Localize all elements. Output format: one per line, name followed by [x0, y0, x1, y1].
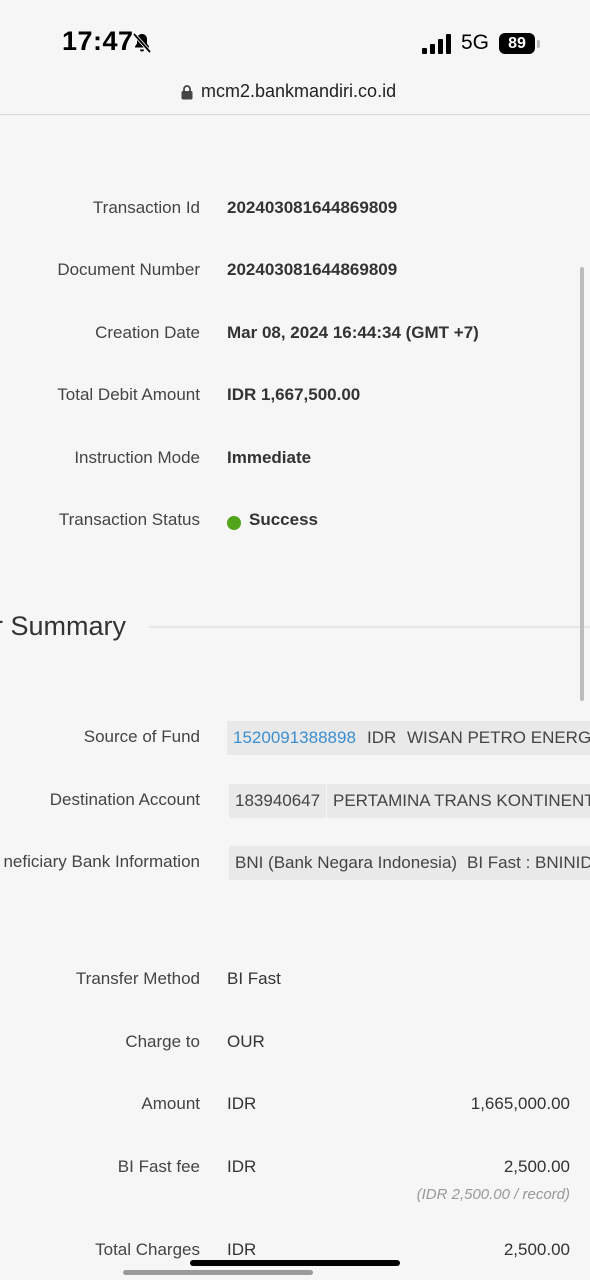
label-total-debit-amount: Total Debit Amount — [57, 385, 200, 404]
label-transaction-status: Transaction Status — [58, 510, 200, 529]
battery-tip — [537, 40, 540, 48]
value-charge-to: OUR — [227, 1032, 265, 1051]
battery-icon: 89 — [499, 33, 535, 54]
value-document-number: 202403081644869809 — [227, 260, 398, 279]
amount-value: 1,665,000.00 — [470, 1094, 570, 1113]
status-time: 17:47 — [62, 26, 134, 56]
source-account-link[interactable]: 1520091388898 — [227, 721, 362, 755]
status-bar: 17:47 5G 89 — [0, 0, 590, 80]
url-text[interactable]: mcm2.bankmandiri.co.id — [201, 81, 396, 102]
vertical-scrollbar[interactable] — [580, 267, 584, 701]
lock-icon — [181, 85, 193, 100]
value-transaction-status: Success — [249, 510, 318, 529]
label-amount: Amount — [141, 1094, 200, 1113]
url-bar[interactable]: mcm2.bankmandiri.co.id — [0, 74, 590, 115]
label-total-charges: Total Charges — [95, 1240, 200, 1259]
row-transfer-method: Transfer Method BI Fast — [0, 963, 590, 997]
label-charge-to: Charge to — [125, 1032, 200, 1051]
label-source-of-fund: Source of Fund — [83, 727, 200, 746]
beneficiary-code-chip: BI Fast : BNINIDJ — [461, 846, 590, 880]
signal-icon — [422, 34, 451, 54]
source-name-chip: WISAN PETRO ENERGI — [401, 721, 590, 755]
bi-fast-fee-value: 2,500.00 — [503, 1157, 570, 1176]
amount-currency: IDR — [227, 1094, 257, 1113]
label-beneficiary-bank: neficiary Bank Information — [3, 852, 200, 871]
row-source-of-fund: Source of Fund 1520091388898 IDR WISAN P… — [0, 721, 590, 755]
label-bi-fast-fee: BI Fast fee — [117, 1157, 200, 1176]
source-currency-chip: IDR — [361, 721, 403, 755]
total-charges-value: 2,500.00 — [503, 1240, 570, 1259]
label-transfer-method: Transfer Method — [75, 969, 200, 988]
screen: 17:47 5G 89 mcm2.bankmandiri.co.id Trans… — [0, 0, 590, 1280]
label-creation-date: Creation Date — [95, 323, 200, 342]
value-creation-date: Mar 08, 2024 16:44:34 (GMT +7) — [227, 323, 479, 342]
row-charge-to: Charge to OUR — [0, 1026, 590, 1060]
home-indicator[interactable] — [190, 1260, 400, 1266]
label-destination-account: Destination Account — [49, 790, 200, 809]
value-transaction-id: 202403081644869809 — [227, 198, 398, 217]
row-destination-account: Destination Account 183940647 PERTAMINA … — [0, 784, 590, 818]
value-instruction-mode: Immediate — [227, 448, 312, 467]
horizontal-scrollbar[interactable] — [123, 1270, 313, 1275]
row-transaction-id: Transaction Id 202403081644869809 — [0, 192, 590, 226]
destination-name-chip: PERTAMINA TRANS KONTINENTAL — [327, 784, 590, 818]
label-transaction-id: Transaction Id — [92, 198, 200, 217]
bell-muted-icon — [132, 32, 152, 54]
section-divider — [149, 626, 590, 628]
row-total-debit-amount: Total Debit Amount IDR 1,667,500.00 — [0, 379, 590, 413]
beneficiary-bank-chip: BNI (Bank Negara Indonesia) — [229, 846, 464, 880]
row-instruction-mode: Instruction Mode Immediate — [0, 442, 590, 476]
network-type: 5G — [461, 31, 490, 54]
row-beneficiary-bank: neficiary Bank Information BNI (Bank Neg… — [0, 846, 590, 880]
bi-fast-fee-currency: IDR — [227, 1157, 257, 1176]
row-bi-fast-fee: BI Fast fee IDR 2,500.00 — [0, 1151, 590, 1185]
page-content: Transaction Id 202403081644869809 Docume… — [0, 115, 590, 1280]
total-charges-currency: IDR — [227, 1240, 257, 1259]
bi-fast-fee-note: (IDR 2,500.00 / record) — [416, 1186, 570, 1203]
row-amount: Amount IDR 1,665,000.00 — [0, 1088, 590, 1122]
row-document-number: Document Number 202403081644869809 — [0, 254, 590, 288]
summary-section-title: r Summary — [0, 611, 127, 641]
label-document-number: Document Number — [57, 260, 200, 279]
row-creation-date: Creation Date Mar 08, 2024 16:44:34 (GMT… — [0, 317, 590, 351]
value-total-debit-amount: IDR 1,667,500.00 — [227, 385, 361, 404]
success-status-icon — [227, 516, 241, 530]
label-instruction-mode: Instruction Mode — [74, 448, 200, 467]
row-transaction-status: Transaction Status Success — [0, 504, 590, 538]
destination-account-chip: 183940647 — [229, 784, 327, 818]
value-transfer-method: BI Fast — [227, 969, 281, 988]
